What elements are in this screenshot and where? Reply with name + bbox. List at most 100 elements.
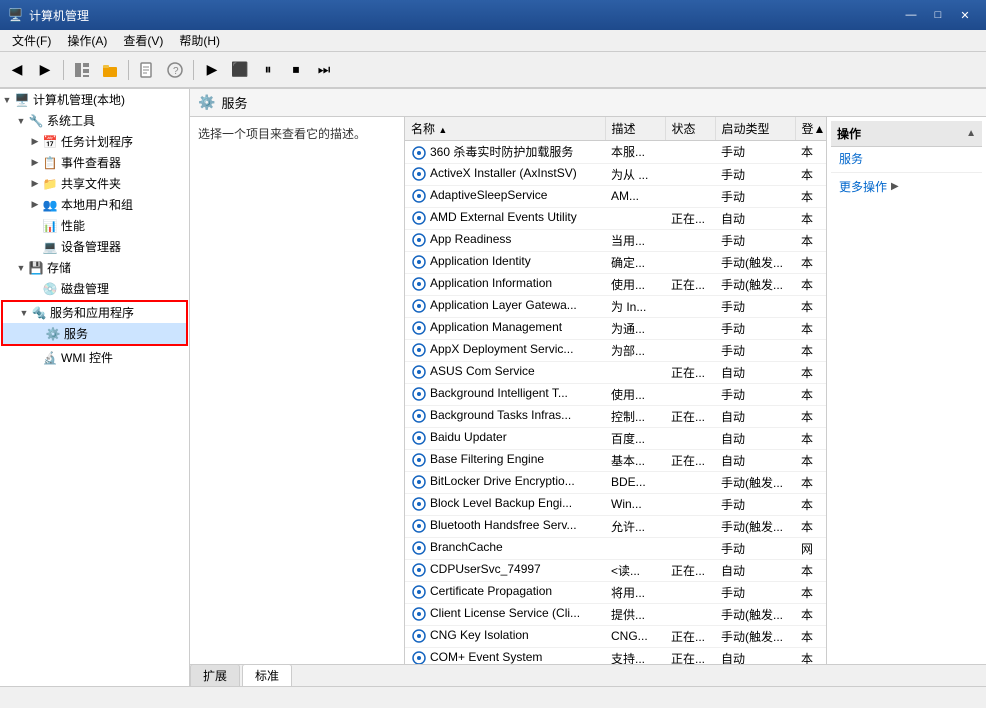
service-desc-cell [605, 361, 665, 383]
table-row[interactable]: CNG Key IsolationCNG...正在...手动(触发...本 [405, 625, 826, 647]
table-row[interactable]: BranchCache手动网 [405, 537, 826, 559]
action-more[interactable]: 更多操作 ▶ [831, 175, 982, 198]
resume-service-button[interactable]: ⏹ [283, 57, 309, 83]
sidebar-label-performance: 性能 [61, 217, 85, 234]
service-name-cell: 360 杀毒实时防护加载服务 [405, 141, 605, 164]
minimize-button[interactable]: — [898, 5, 924, 25]
service-name-cell: BitLocker Drive Encryptio... [405, 471, 605, 493]
title-bar-title: 计算机管理 [29, 7, 89, 24]
start-service-button[interactable]: ▶ [199, 57, 225, 83]
service-name-cell: AdaptiveSleepService [405, 185, 605, 207]
services-table-wrap[interactable]: 名称 ▲ 描述 状态 启动类型 登▲ 360 杀毒实时防护加载服务本服...手动… [405, 117, 826, 664]
sidebar-item-shared-folders[interactable]: ▶ 📁 共享文件夹 [0, 173, 189, 194]
table-row[interactable]: Application Management为通...手动本 [405, 317, 826, 339]
table-row[interactable]: Application Layer Gatewa...为 In...手动本 [405, 295, 826, 317]
action-services[interactable]: 服务 [831, 147, 982, 170]
service-startup-cell: 自动 [715, 427, 795, 449]
table-row[interactable]: 360 杀毒实时防护加载服务本服...手动本 [405, 141, 826, 164]
sidebar-item-wmi[interactable]: 🔬 WMI 控件 [0, 347, 189, 368]
service-desc-cell: 为部... [605, 339, 665, 361]
menu-view[interactable]: 查看(V) [115, 30, 171, 51]
table-row[interactable]: AdaptiveSleepServiceAM...手动本 [405, 185, 826, 207]
col-header-name[interactable]: 名称 ▲ [405, 117, 605, 141]
service-status-cell [665, 339, 715, 361]
sidebar-item-system-tools[interactable]: ▼ 🔧 系统工具 [0, 110, 189, 131]
sidebar-label-shared-folders: 共享文件夹 [61, 175, 121, 192]
table-row[interactable]: Client License Service (Cli...提供...手动(触发… [405, 603, 826, 625]
close-button[interactable]: ✕ [952, 5, 978, 25]
services-header: ⚙️ 服务 [190, 89, 986, 117]
tab-expand[interactable]: 扩展 [190, 664, 240, 686]
table-row[interactable]: ActiveX Installer (AxInstSV)为从 ...手动本 [405, 163, 826, 185]
menu-action[interactable]: 操作(A) [59, 30, 115, 51]
service-desc-cell: 使用... [605, 273, 665, 295]
table-row[interactable]: Certificate Propagation将用...手动本 [405, 581, 826, 603]
col-header-logon[interactable]: 登▲ [795, 117, 826, 141]
service-desc-cell: 提供... [605, 603, 665, 625]
col-header-startup[interactable]: 启动类型 [715, 117, 795, 141]
sidebar-item-device-manager[interactable]: 💻 设备管理器 [0, 236, 189, 257]
service-startup-cell: 手动(触发... [715, 273, 795, 295]
menu-file[interactable]: 文件(F) [4, 30, 59, 51]
sidebar-root[interactable]: ▼ 🖥️ 计算机管理(本地) [0, 89, 189, 110]
sidebar-item-services[interactable]: ⚙️ 服务 [3, 323, 186, 344]
col-header-desc[interactable]: 描述 [605, 117, 665, 141]
tab-standard[interactable]: 标准 [242, 664, 292, 686]
back-button[interactable]: ◀ [4, 57, 30, 83]
col-header-status[interactable]: 状态 [665, 117, 715, 141]
sidebar-item-performance[interactable]: 📊 性能 [0, 215, 189, 236]
svg-text:?: ? [173, 66, 179, 77]
table-row[interactable]: Baidu Updater百度...自动本 [405, 427, 826, 449]
sidebar-item-services-apps[interactable]: ▼ 🔩 服务和应用程序 [3, 302, 186, 323]
sidebar-label-services: 服务 [64, 325, 88, 342]
explore-button[interactable] [97, 57, 123, 83]
table-row[interactable]: BitLocker Drive Encryptio...BDE...手动(触发.… [405, 471, 826, 493]
service-logon-cell: 本 [795, 427, 826, 449]
action-sort-icon: ▲ [966, 128, 976, 139]
show-hide-tree-button[interactable] [69, 57, 95, 83]
table-row[interactable]: Base Filtering Engine基本...正在...自动本 [405, 449, 826, 471]
name-sort-icon: ▲ [438, 125, 447, 135]
sidebar-item-storage[interactable]: ▼ 💾 存储 [0, 257, 189, 278]
properties-button[interactable] [134, 57, 160, 83]
table-row[interactable]: Block Level Backup Engi...Win...手动本 [405, 493, 826, 515]
sidebar-item-task-scheduler[interactable]: ▶ 📅 任务计划程序 [0, 131, 189, 152]
help-button[interactable]: ? [162, 57, 188, 83]
service-row-icon [411, 320, 427, 336]
service-startup-cell: 手动(触发... [715, 471, 795, 493]
event-viewer-arrow: ▶ [28, 157, 42, 168]
service-logon-cell: 本 [795, 559, 826, 581]
stop-service-button[interactable]: ⬛ [227, 57, 253, 83]
main-layout: ▼ 🖥️ 计算机管理(本地) ▼ 🔧 系统工具 ▶ 📅 任务计划程序 ▶ 📋 事… [0, 88, 986, 686]
service-status-cell [665, 229, 715, 251]
table-row[interactable]: Background Intelligent T...使用...手动本 [405, 383, 826, 405]
service-name-cell: Application Identity [405, 251, 605, 273]
service-logon-cell: 本 [795, 229, 826, 251]
service-logon-cell: 网 [795, 537, 826, 559]
table-row[interactable]: CDPUserSvc_74997<读...正在...自动本 [405, 559, 826, 581]
service-logon-cell: 本 [795, 273, 826, 295]
table-row[interactable]: AppX Deployment Servic...为部...手动本 [405, 339, 826, 361]
service-logon-cell: 本 [795, 361, 826, 383]
table-row[interactable]: App Readiness当用...手动本 [405, 229, 826, 251]
pause-service-button[interactable]: ⏸ [255, 57, 281, 83]
table-row[interactable]: Background Tasks Infras...控制...正在...自动本 [405, 405, 826, 427]
restart-service-button[interactable]: ⏭ [311, 57, 337, 83]
table-row[interactable]: Bluetooth Handsfree Serv...允许...手动(触发...… [405, 515, 826, 537]
service-status-cell [665, 581, 715, 603]
table-row[interactable]: Application Information使用...正在...手动(触发..… [405, 273, 826, 295]
sidebar-item-event-viewer[interactable]: ▶ 📋 事件查看器 [0, 152, 189, 173]
sidebar-item-local-users[interactable]: ▶ 👥 本地用户和组 [0, 194, 189, 215]
service-startup-cell: 手动 [715, 185, 795, 207]
maximize-button[interactable]: □ [925, 5, 951, 25]
table-row[interactable]: COM+ Event System支持...正在...自动本 [405, 647, 826, 664]
services-header-icon: ⚙️ [198, 94, 215, 111]
menu-bar: 文件(F) 操作(A) 查看(V) 帮助(H) [0, 30, 986, 52]
shared-folders-arrow: ▶ [28, 178, 42, 189]
menu-help[interactable]: 帮助(H) [171, 30, 228, 51]
table-row[interactable]: ASUS Com Service正在...自动本 [405, 361, 826, 383]
table-row[interactable]: Application Identity确定...手动(触发...本 [405, 251, 826, 273]
forward-button[interactable]: ▶ [32, 57, 58, 83]
sidebar-item-disk-mgmt[interactable]: 💿 磁盘管理 [0, 278, 189, 299]
table-row[interactable]: AMD External Events Utility正在...自动本 [405, 207, 826, 229]
